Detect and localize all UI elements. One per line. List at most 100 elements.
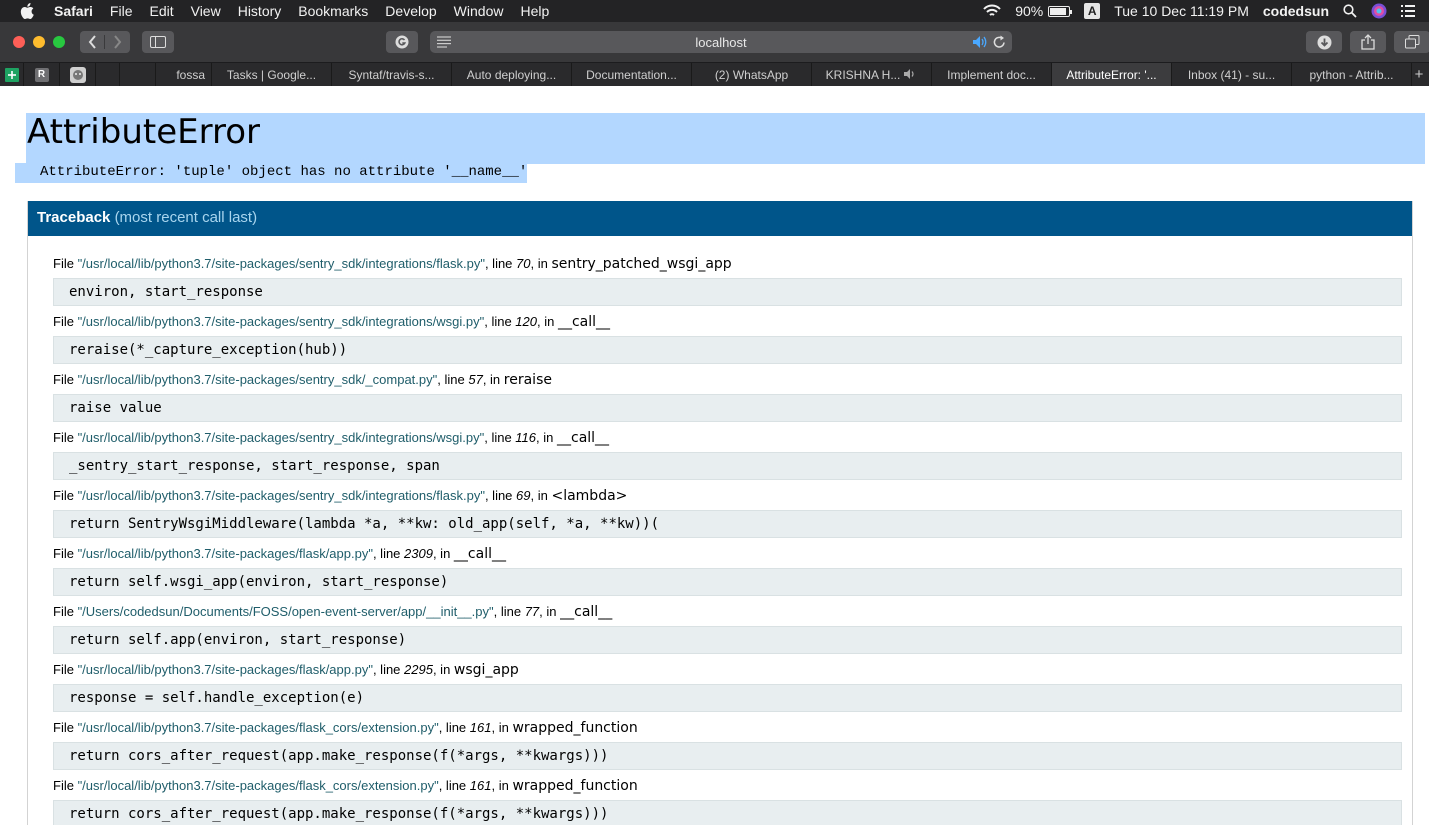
frame-file-path[interactable]: "/usr/local/lib/python3.7/site-packages/… bbox=[78, 778, 439, 793]
tab-8-active[interactable]: AttributeError: '... bbox=[1052, 63, 1172, 86]
pinned-tab-empty-2[interactable] bbox=[120, 63, 156, 86]
sidebar-toggle-icon[interactable] bbox=[142, 31, 174, 53]
tab-label: KRISHNA H... bbox=[825, 67, 901, 82]
menu-view[interactable]: View bbox=[191, 3, 221, 19]
user-name[interactable]: codedsun bbox=[1263, 3, 1329, 19]
frame-file-label: File bbox=[53, 488, 78, 503]
frame-line-label: , line bbox=[484, 314, 516, 329]
frame-line-number: 57 bbox=[468, 372, 483, 387]
speaker-icon[interactable] bbox=[904, 68, 917, 82]
frame-source-line[interactable]: return self.wsgi_app(environ, start_resp… bbox=[53, 568, 1402, 596]
frame-file-path[interactable]: "/usr/local/lib/python3.7/site-packages/… bbox=[78, 488, 485, 503]
tab-9[interactable]: Inbox (41) - su... bbox=[1172, 63, 1292, 86]
menu-history[interactable]: History bbox=[238, 3, 282, 19]
tab-0[interactable]: fossa bbox=[156, 63, 212, 86]
frame-location: File "/usr/local/lib/python3.7/site-pack… bbox=[53, 430, 1402, 448]
frame-location: File "/usr/local/lib/python3.7/site-pack… bbox=[53, 720, 1402, 738]
pinned-tab-empty-1[interactable] bbox=[96, 63, 120, 86]
tab-1[interactable]: Tasks | Google... bbox=[212, 63, 332, 86]
menu-safari[interactable]: Safari bbox=[54, 3, 93, 19]
tab-4[interactable]: Documentation... bbox=[572, 63, 692, 86]
share-icon[interactable] bbox=[1350, 31, 1386, 53]
tab-label: Documentation... bbox=[586, 67, 677, 82]
status-area: 90% A Tue 10 Dec 11:19 PM codedsun bbox=[983, 0, 1429, 22]
frame-file-path[interactable]: "/usr/local/lib/python3.7/site-packages/… bbox=[78, 430, 485, 445]
traceback-frame: File "/usr/local/lib/python3.7/site-pack… bbox=[53, 662, 1402, 712]
frame-file-label: File bbox=[53, 778, 78, 793]
frame-function-name: __call__ bbox=[453, 546, 506, 562]
frame-in-label: , in bbox=[530, 256, 552, 271]
tab-7[interactable]: Implement doc... bbox=[932, 63, 1052, 86]
frame-source-line[interactable]: environ, start_response bbox=[53, 278, 1402, 306]
pinned-tab-travis[interactable] bbox=[60, 63, 96, 86]
frame-source-line[interactable]: return cors_after_request(app.make_respo… bbox=[53, 800, 1402, 825]
frame-file-label: File bbox=[53, 430, 78, 445]
new-tab-plus-icon[interactable]: + bbox=[1412, 63, 1426, 86]
frame-file-path[interactable]: "/usr/local/lib/python3.7/site-packages/… bbox=[78, 720, 439, 735]
frame-line-label: , line bbox=[484, 256, 517, 271]
frame-file-path[interactable]: "/usr/local/lib/python3.7/site-packages/… bbox=[78, 372, 438, 387]
address-bar[interactable]: localhost bbox=[430, 31, 1012, 53]
tab-5[interactable]: (2) WhatsApp bbox=[692, 63, 812, 86]
frame-source-line[interactable]: return SentryWsgiMiddleware(lambda *a, *… bbox=[53, 510, 1402, 538]
frame-source-line[interactable]: response = self.handle_exception(e) bbox=[53, 684, 1402, 712]
forward-arrow-icon[interactable] bbox=[105, 35, 130, 49]
traceback-panel: Traceback (most recent call last) File "… bbox=[27, 201, 1413, 825]
frame-file-path[interactable]: "/Users/codedsun/Documents/FOSS/open-eve… bbox=[78, 604, 494, 619]
frame-line-label: , line bbox=[493, 604, 525, 619]
tab-10[interactable]: python - Attrib... bbox=[1292, 63, 1412, 86]
pinned-tab-sheets[interactable] bbox=[0, 63, 24, 86]
frame-in-label: , in bbox=[539, 604, 561, 619]
spotlight-search-icon[interactable] bbox=[1343, 4, 1357, 18]
menu-develop[interactable]: Develop bbox=[385, 3, 436, 19]
traceback-subheading[interactable]: (most recent call last) bbox=[115, 209, 258, 226]
menu-help[interactable]: Help bbox=[520, 3, 549, 19]
menu-bookmarks[interactable]: Bookmarks bbox=[298, 3, 368, 19]
apple-menu-icon[interactable] bbox=[20, 3, 38, 19]
menu-window[interactable]: Window bbox=[454, 3, 504, 19]
siri-icon[interactable] bbox=[1371, 3, 1387, 19]
frame-source-line[interactable]: return self.app(environ, start_response) bbox=[53, 626, 1402, 654]
back-arrow-icon[interactable] bbox=[80, 35, 105, 49]
close-window-button[interactable] bbox=[13, 36, 25, 48]
notification-center-icon[interactable] bbox=[1401, 5, 1415, 17]
input-source-icon[interactable]: A bbox=[1084, 3, 1101, 19]
frame-source-line[interactable]: raise value bbox=[53, 394, 1402, 422]
tab-3[interactable]: Auto deploying... bbox=[452, 63, 572, 86]
tab-6[interactable]: KRISHNA H... bbox=[812, 63, 932, 86]
wifi-icon[interactable] bbox=[983, 4, 1001, 18]
tab-overview-icon[interactable] bbox=[1394, 31, 1429, 53]
audio-playing-icon[interactable] bbox=[972, 35, 988, 52]
frame-function-name: <lambda> bbox=[551, 488, 628, 504]
tab-label: (2) WhatsApp bbox=[714, 67, 789, 82]
frame-file-label: File bbox=[53, 546, 78, 561]
menu-edit[interactable]: Edit bbox=[149, 3, 173, 19]
traceback-header: Traceback (most recent call last) bbox=[28, 201, 1412, 236]
minimize-window-button[interactable] bbox=[33, 36, 45, 48]
frame-source-line[interactable]: reraise(*_capture_exception(hub)) bbox=[53, 336, 1402, 364]
tab-2[interactable]: Syntaf/travis-s... bbox=[332, 63, 452, 86]
battery-icon[interactable] bbox=[1048, 5, 1073, 17]
frame-file-label: File bbox=[53, 662, 78, 677]
grammarly-extension-icon[interactable] bbox=[386, 31, 418, 53]
frame-file-path[interactable]: "/usr/local/lib/python3.7/site-packages/… bbox=[78, 314, 485, 329]
frame-source-line[interactable]: return cors_after_request(app.make_respo… bbox=[53, 742, 1402, 770]
frame-file-path[interactable]: "/usr/local/lib/python3.7/site-packages/… bbox=[78, 546, 373, 561]
frame-source-line[interactable]: _sentry_start_response, start_response, … bbox=[53, 452, 1402, 480]
page-content: AttributeError AttributeError: 'tuple' o… bbox=[0, 86, 1429, 825]
frame-line-label: , line bbox=[372, 662, 405, 677]
frame-file-path[interactable]: "/usr/local/lib/python3.7/site-packages/… bbox=[78, 662, 373, 677]
pinned-tab-r[interactable]: R bbox=[24, 63, 60, 86]
frame-in-label: , in bbox=[537, 314, 558, 329]
clock[interactable]: Tue 10 Dec 11:19 PM bbox=[1114, 3, 1249, 19]
traceback-frames: File "/usr/local/lib/python3.7/site-pack… bbox=[28, 236, 1412, 825]
frame-line-number: 69 bbox=[516, 488, 531, 503]
downloads-icon[interactable] bbox=[1306, 31, 1342, 53]
menu-file[interactable]: File bbox=[110, 3, 133, 19]
reload-icon[interactable] bbox=[993, 35, 1006, 52]
traceback-frame: File "/usr/local/lib/python3.7/site-pack… bbox=[53, 256, 1402, 306]
frame-in-label: , in bbox=[491, 778, 513, 793]
zoom-window-button[interactable] bbox=[53, 36, 65, 48]
frame-file-path[interactable]: "/usr/local/lib/python3.7/site-packages/… bbox=[78, 256, 485, 271]
frame-location: File "/usr/local/lib/python3.7/site-pack… bbox=[53, 778, 1402, 796]
